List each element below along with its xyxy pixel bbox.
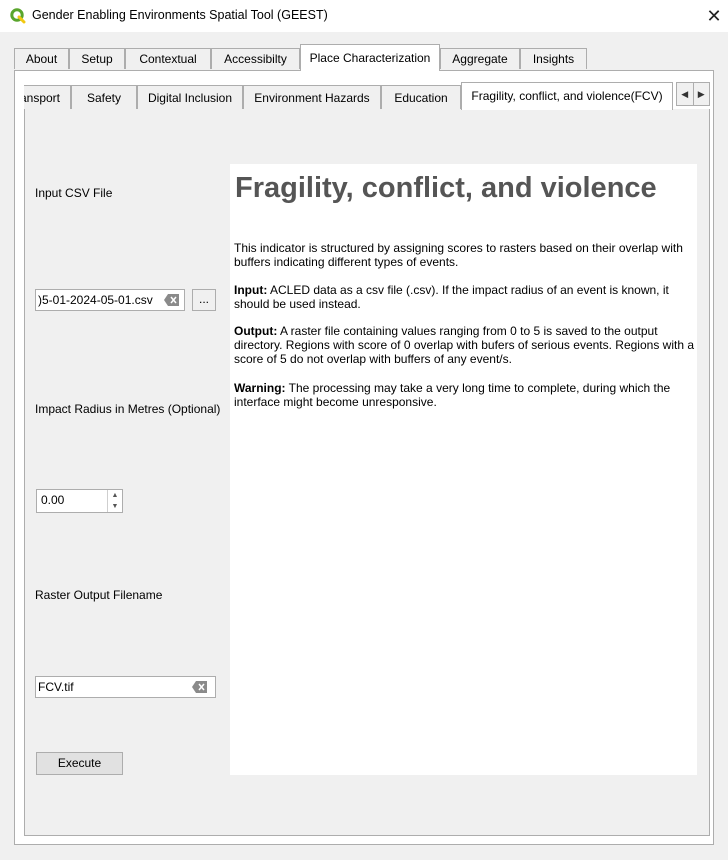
qgis-logo-icon <box>10 8 26 24</box>
help-intro: This indicator is structured by assignin… <box>234 241 683 269</box>
spinbox-arrows: ▲ ▼ <box>107 490 122 512</box>
tab-fcv[interactable]: Fragility, conflict, and violence(FCV) <box>461 82 673 110</box>
output-filename-label: Raster Output Filename <box>35 588 163 602</box>
help-heading: Fragility, conflict, and violence <box>235 172 657 204</box>
output-filename-input[interactable]: FCV.tif <box>35 676 216 698</box>
tab-about[interactable]: About <box>14 48 69 69</box>
browse-button[interactable]: ... <box>192 289 216 311</box>
help-output-label: Output: <box>234 324 278 338</box>
tab-accessibility[interactable]: Accessibilty <box>211 48 300 69</box>
tab-scroll-buttons: ◀ ▶ <box>676 82 710 106</box>
help-warning-label: Warning: <box>234 381 286 395</box>
tab-place-characterization[interactable]: Place Characterization <box>300 44 440 71</box>
tab-insights[interactable]: Insights <box>520 48 587 69</box>
tab-digital-inclusion[interactable]: Digital Inclusion <box>137 85 243 109</box>
tab-contextual[interactable]: Contextual <box>125 48 211 69</box>
impact-radius-value: 0.00 <box>41 493 65 507</box>
help-output: Output: A raster file containing values … <box>234 324 696 366</box>
csv-file-label: Input CSV File <box>35 186 113 200</box>
csv-file-input[interactable]: )5-01-2024-05-01.csv <box>35 289 185 311</box>
help-warning: Warning: The processing may take a very … <box>234 381 696 409</box>
help-input: Input: ACLED data as a csv file (.csv). … <box>234 283 696 311</box>
impact-radius-label: Impact Radius in Metres (Optional) <box>35 402 221 416</box>
window-title: Gender Enabling Environments Spatial Too… <box>32 8 328 22</box>
tab-safety[interactable]: Safety <box>71 85 137 109</box>
impact-radius-spinbox[interactable]: 0.00 ▲ ▼ <box>36 489 123 513</box>
spin-up-icon[interactable]: ▲ <box>108 490 122 501</box>
help-input-text: ACLED data as a csv file (.csv). If the … <box>234 283 669 311</box>
clear-icon[interactable] <box>192 681 208 693</box>
output-filename-value: FCV.tif <box>38 680 74 694</box>
tab-education[interactable]: Education <box>381 85 461 109</box>
clear-icon[interactable] <box>164 294 180 306</box>
scroll-left-icon[interactable]: ◀ <box>677 83 693 105</box>
tab-transport[interactable]: ansport <box>24 85 71 109</box>
tab-setup[interactable]: Setup <box>69 48 125 69</box>
close-button[interactable]: ✕ <box>702 4 726 28</box>
help-warning-text: The processing may take a very long time… <box>234 381 671 409</box>
csv-file-value: )5-01-2024-05-01.csv <box>38 293 153 307</box>
tab-environment-hazards[interactable]: Environment Hazards <box>243 85 381 109</box>
scroll-right-icon[interactable]: ▶ <box>692 83 710 105</box>
help-panel: Fragility, conflict, and violence This i… <box>230 164 697 775</box>
tab-aggregate[interactable]: Aggregate <box>440 48 520 69</box>
spin-down-icon[interactable]: ▼ <box>108 501 122 512</box>
execute-button[interactable]: Execute <box>36 752 123 775</box>
help-output-text: A raster file containing values ranging … <box>234 324 694 366</box>
help-input-label: Input: <box>234 283 268 297</box>
sub-tab-bar: ansport Safety Digital Inclusion Environ… <box>24 82 710 110</box>
title-bar: Gender Enabling Environments Spatial Too… <box>0 0 728 32</box>
